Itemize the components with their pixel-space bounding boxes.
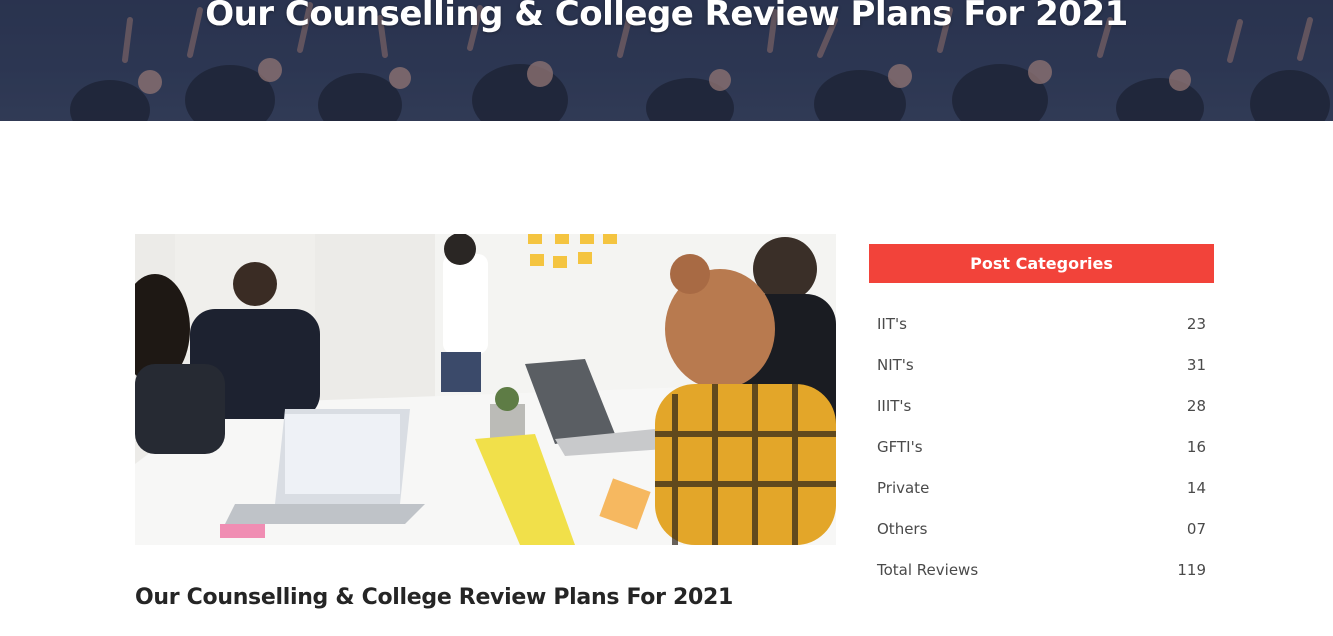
- post-title[interactable]: Our Counselling & College Review Plans F…: [135, 585, 733, 610]
- category-count: 31: [1186, 355, 1206, 374]
- category-label: IIIT's: [877, 396, 912, 415]
- category-label: Private: [877, 478, 930, 497]
- category-label: Others: [877, 519, 928, 538]
- category-label: GFTI's: [877, 437, 923, 456]
- category-item-gftis[interactable]: GFTI's 16: [869, 426, 1214, 467]
- category-item-private[interactable]: Private 14: [869, 467, 1214, 508]
- category-count: 119: [1177, 560, 1206, 579]
- category-label: Total Reviews: [877, 560, 979, 579]
- category-item-iiits[interactable]: IIIT's 28: [869, 385, 1214, 426]
- category-count: 16: [1186, 437, 1206, 456]
- widget-header: Post Categories: [869, 244, 1214, 283]
- post-categories-widget: Post Categories IIT's 23 NIT's 31 IIIT's…: [869, 244, 1214, 590]
- category-count: 28: [1186, 396, 1206, 415]
- category-count: 07: [1186, 519, 1206, 538]
- category-count: 23: [1186, 314, 1206, 333]
- category-item-iits[interactable]: IIT's 23: [869, 303, 1214, 344]
- category-label: IIT's: [877, 314, 907, 333]
- category-count: 14: [1186, 478, 1206, 497]
- category-item-total-reviews[interactable]: Total Reviews 119: [869, 549, 1214, 590]
- category-item-nits[interactable]: NIT's 31: [869, 344, 1214, 385]
- category-item-others[interactable]: Others 07: [869, 508, 1214, 549]
- page-title: Our Counselling & College Review Plans F…: [205, 0, 1128, 34]
- hero-banner: Our Counselling & College Review Plans F…: [0, 0, 1333, 121]
- category-label: NIT's: [877, 355, 914, 374]
- category-list: IIT's 23 NIT's 31 IIIT's 28 GFTI's 16 Pr…: [869, 303, 1214, 590]
- post-featured-image[interactable]: [135, 234, 836, 545]
- office-meeting-illustration: [135, 234, 836, 545]
